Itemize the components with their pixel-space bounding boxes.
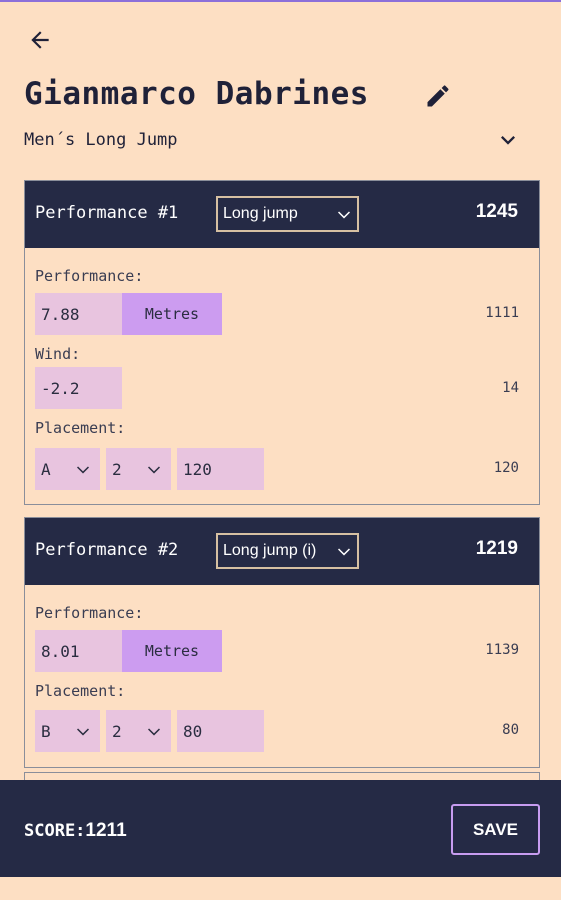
placement-input[interactable]: 120 bbox=[177, 448, 264, 490]
performance-card-3-peek bbox=[24, 772, 540, 780]
pencil-icon bbox=[427, 85, 449, 107]
total-score-label: SCORE: bbox=[24, 821, 86, 841]
back-button[interactable] bbox=[22, 22, 58, 58]
performance-label: Performance: bbox=[35, 604, 144, 622]
performance-type-value: Long jump bbox=[223, 205, 298, 222]
chevron-down-icon bbox=[148, 728, 160, 736]
performance-score: 1219 bbox=[475, 538, 518, 559]
performance-card-header: Performance #1 Long jump 1245 bbox=[25, 181, 539, 248]
mark-points: 1139 bbox=[485, 642, 519, 658]
chevron-down-icon bbox=[148, 466, 160, 474]
performance-type-select[interactable]: Long jump bbox=[216, 196, 359, 232]
placement-label: Placement: bbox=[35, 419, 126, 437]
total-score: SCORE:1211 bbox=[24, 820, 127, 842]
round-value: A bbox=[41, 459, 51, 479]
round-select[interactable]: A bbox=[35, 448, 100, 490]
top-accent-line bbox=[0, 0, 561, 2]
chevron-down-icon bbox=[338, 211, 350, 219]
round-select[interactable]: B bbox=[35, 710, 100, 752]
performance-title: Performance #2 bbox=[35, 540, 179, 560]
edit-button[interactable] bbox=[424, 82, 452, 110]
athlete-name: Gianmarco Dabrines bbox=[24, 76, 369, 112]
performance-card-1: Performance #1 Long jump 1245 Performanc… bbox=[24, 180, 540, 505]
performance-card-header: Performance #2 Long jump (i) 1219 bbox=[25, 518, 539, 585]
place-value: 2 bbox=[112, 459, 122, 479]
wind-input[interactable]: -2.2 bbox=[35, 367, 122, 409]
placement-input[interactable]: 80 bbox=[177, 710, 264, 752]
mark-input[interactable]: 7.88 bbox=[35, 293, 122, 335]
placement-points: 120 bbox=[493, 460, 519, 476]
bottom-strip bbox=[0, 877, 561, 900]
performance-type-value: Long jump (i) bbox=[223, 542, 317, 559]
round-value: B bbox=[41, 721, 51, 741]
unit-selector[interactable]: Metres bbox=[122, 293, 222, 335]
performance-card-2: Performance #2 Long jump (i) 1219 Perfor… bbox=[24, 517, 540, 768]
chevron-down-icon bbox=[501, 136, 515, 145]
chevron-down-icon bbox=[338, 548, 350, 556]
arrow-back-icon bbox=[31, 31, 49, 49]
place-select[interactable]: 2 bbox=[106, 710, 171, 752]
chevron-down-icon bbox=[77, 728, 89, 736]
chevron-down-icon bbox=[77, 466, 89, 474]
event-dropdown-toggle[interactable] bbox=[494, 126, 522, 154]
performance-type-select[interactable]: Long jump (i) bbox=[216, 533, 359, 569]
place-select[interactable]: 2 bbox=[106, 448, 171, 490]
event-selector-label: Men´s Long Jump bbox=[24, 130, 178, 150]
performance-score: 1245 bbox=[475, 201, 518, 222]
wind-points: 14 bbox=[502, 380, 519, 396]
place-value: 2 bbox=[112, 721, 122, 741]
performance-title: Performance #1 bbox=[35, 203, 179, 223]
total-score-value: 1211 bbox=[85, 820, 127, 841]
placement-points: 80 bbox=[502, 722, 519, 738]
placement-label: Placement: bbox=[35, 682, 126, 700]
mark-points: 1111 bbox=[485, 305, 519, 321]
save-button[interactable]: SAVE bbox=[451, 804, 540, 855]
footer-bar: SCORE:1211 SAVE bbox=[0, 780, 561, 877]
wind-label: Wind: bbox=[35, 345, 81, 363]
performance-label: Performance: bbox=[35, 267, 144, 285]
unit-selector[interactable]: Metres bbox=[122, 630, 222, 672]
mark-input[interactable]: 8.01 bbox=[35, 630, 122, 672]
